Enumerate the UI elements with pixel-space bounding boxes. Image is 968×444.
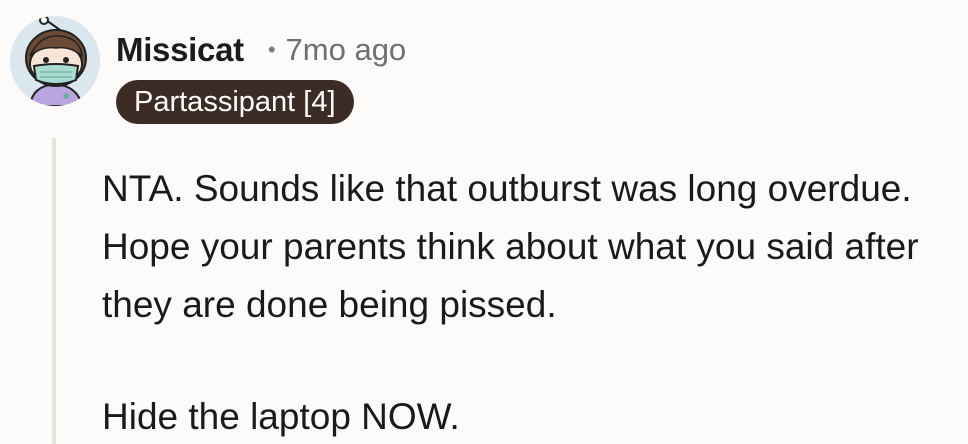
author-username[interactable]: Missicat <box>116 31 244 69</box>
user-flair-badge: Partassipant [4] <box>116 80 354 124</box>
comment-paragraph: NTA. Sounds like that outburst was long … <box>102 168 919 325</box>
user-avatar[interactable] <box>10 16 100 106</box>
thread-collapse-line[interactable] <box>52 138 56 444</box>
comment-body: NTA. Sounds like that outburst was long … <box>102 160 962 444</box>
comment-timestamp[interactable]: 7mo ago <box>286 32 407 68</box>
separator-dot: • <box>267 37 276 62</box>
comment: Missicat • 7mo ago Partassipant [4] NTA.… <box>0 0 968 444</box>
comment-header: Missicat • 7mo ago <box>116 30 406 70</box>
comment-paragraph: Hide the laptop NOW. <box>102 396 460 437</box>
snoo-avatar-icon <box>10 16 100 106</box>
